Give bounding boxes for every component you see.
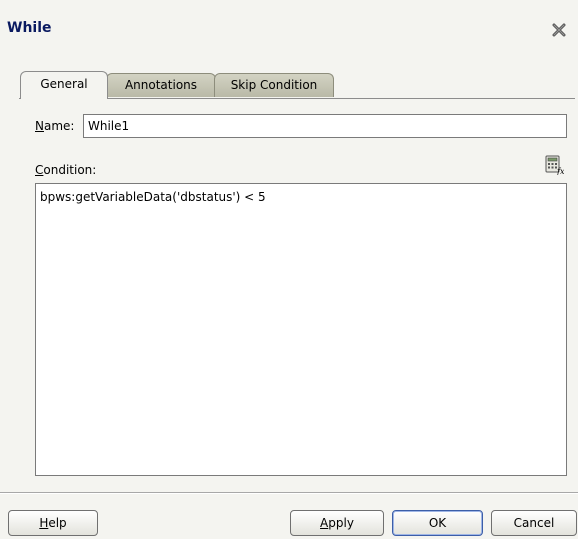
close-button[interactable] <box>549 20 569 40</box>
close-x-icon <box>552 23 566 37</box>
name-label-mnemonic: N <box>35 119 44 133</box>
help-mnemonic: H <box>39 516 49 530</box>
ok-button[interactable]: OK <box>392 510 483 536</box>
condition-label: Condition: <box>35 163 96 177</box>
tab-general[interactable]: General <box>20 71 108 99</box>
help-button[interactable]: Help <box>8 510 98 536</box>
name-label-text: ame: <box>43 119 75 133</box>
condition-label-text: ondition: <box>43 163 97 177</box>
expression-builder-icon: fx <box>544 155 565 178</box>
tab-annotations[interactable]: Annotations <box>106 73 216 97</box>
dialog-title: While <box>7 20 52 36</box>
expression-builder-button[interactable]: fx <box>543 155 565 177</box>
apply-button[interactable]: Apply <box>290 510 384 536</box>
help-label: elp <box>48 516 67 530</box>
cancel-button[interactable]: Cancel <box>491 510 577 536</box>
apply-label: pply <box>328 516 354 530</box>
name-label: Name: <box>35 119 74 133</box>
name-input[interactable] <box>83 114 567 138</box>
svg-text:fx: fx <box>556 167 564 175</box>
while-dialog: While General Annotations Skip Condition… <box>0 0 578 539</box>
tab-skip-condition[interactable]: Skip Condition <box>214 73 334 97</box>
button-bar-divider-highlight <box>0 493 578 494</box>
condition-textarea[interactable]: bpws:getVariableData('dbstatus') < 5 <box>35 183 567 476</box>
